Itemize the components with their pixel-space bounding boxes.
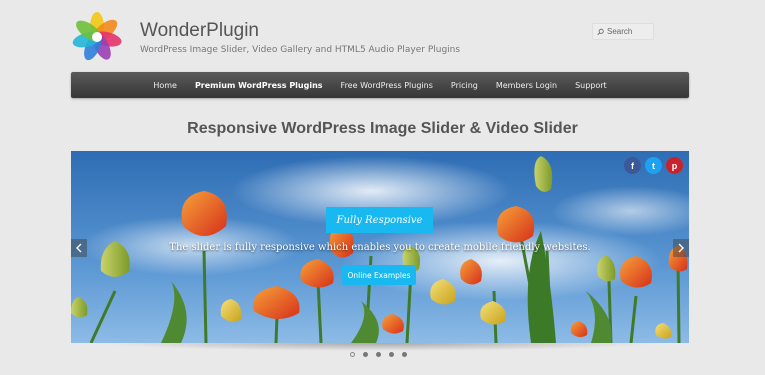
slider-prev-arrow[interactable] [71, 239, 87, 257]
twitter-icon[interactable]: t [645, 157, 662, 174]
search-icon [597, 28, 604, 35]
slider-pagination [350, 352, 407, 357]
chevron-left-icon [76, 243, 82, 253]
site-header: WonderPlugin WordPress Image Slider, Vid… [0, 0, 765, 70]
search-box[interactable] [592, 23, 654, 40]
site-title[interactable]: WonderPlugin [140, 20, 259, 42]
slide-caption-text: The slider is fully responsive which ena… [169, 242, 591, 253]
slide-bullet-4[interactable] [389, 352, 394, 357]
nav-item-premium-wordpress-plugins[interactable]: Premium WordPress Plugins [195, 81, 323, 90]
online-examples-button[interactable]: Online Examples [342, 265, 416, 285]
nav-item-home[interactable]: Home [153, 81, 177, 90]
page-title: Responsive WordPress Image Slider & Vide… [187, 120, 578, 137]
slider-next-arrow[interactable] [673, 239, 689, 257]
nav-item-members-login[interactable]: Members Login [496, 81, 557, 90]
image-slider[interactable]: f t p Fully Responsive The slider is ful… [71, 151, 689, 343]
nav-item-support[interactable]: Support [575, 81, 607, 90]
slide-bullet-2[interactable] [363, 352, 368, 357]
social-share: f t p [624, 157, 683, 174]
wonderplugin-logo-icon[interactable] [72, 12, 122, 62]
slide-caption-title: Fully Responsive [326, 207, 433, 233]
facebook-icon[interactable]: f [624, 157, 641, 174]
slider-shadow [100, 343, 660, 351]
pinterest-icon[interactable]: p [666, 157, 683, 174]
nav-item-pricing[interactable]: Pricing [451, 81, 478, 90]
main-nav: Home Premium WordPress Plugins Free Word… [71, 72, 689, 98]
slide-bullet-5[interactable] [402, 352, 407, 357]
nav-item-free-wordpress-plugins[interactable]: Free WordPress Plugins [341, 81, 433, 90]
slide-bullet-1[interactable] [350, 352, 355, 357]
site-tagline: WordPress Image Slider, Video Gallery an… [140, 45, 461, 55]
slide-bullet-3[interactable] [376, 352, 381, 357]
chevron-right-icon [678, 243, 684, 253]
search-input[interactable] [607, 27, 653, 36]
